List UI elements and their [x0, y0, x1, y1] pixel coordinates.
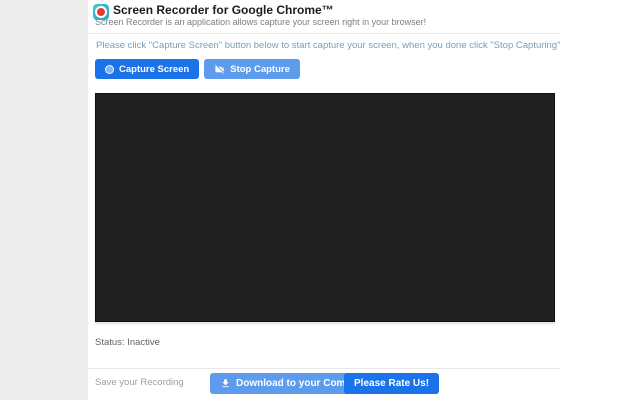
- capture-screen-label: Capture Screen: [119, 64, 189, 75]
- video-preview: [95, 93, 555, 322]
- app-page: Screen Recorder for Google Chrome™ Scree…: [88, 0, 640, 400]
- screenshot-canvas: Screen Recorder for Google Chrome™ Scree…: [0, 0, 640, 400]
- capture-screen-button[interactable]: Capture Screen: [95, 59, 199, 79]
- capture-controls: Capture Screen Stop Capture: [95, 59, 300, 79]
- rate-us-label: Please Rate Us!: [354, 378, 429, 389]
- page-title: Screen Recorder for Google Chrome™: [113, 3, 334, 17]
- record-dot-icon: [105, 65, 114, 74]
- videocam-off-icon: [214, 64, 225, 75]
- header-divider: [88, 33, 560, 34]
- stop-capture-label: Stop Capture: [230, 64, 290, 75]
- stop-capture-button[interactable]: Stop Capture: [204, 59, 300, 79]
- footer-divider: [88, 368, 560, 369]
- status-text: Status: Inactive: [95, 337, 160, 348]
- download-icon: [220, 378, 231, 389]
- app-subtitle: Screen Recorder is an application allows…: [95, 17, 426, 27]
- rate-us-button[interactable]: Please Rate Us!: [344, 373, 439, 394]
- save-recording-label: Save your Recording: [95, 377, 184, 388]
- instruction-text: Please click "Capture Screen" button bel…: [96, 40, 560, 51]
